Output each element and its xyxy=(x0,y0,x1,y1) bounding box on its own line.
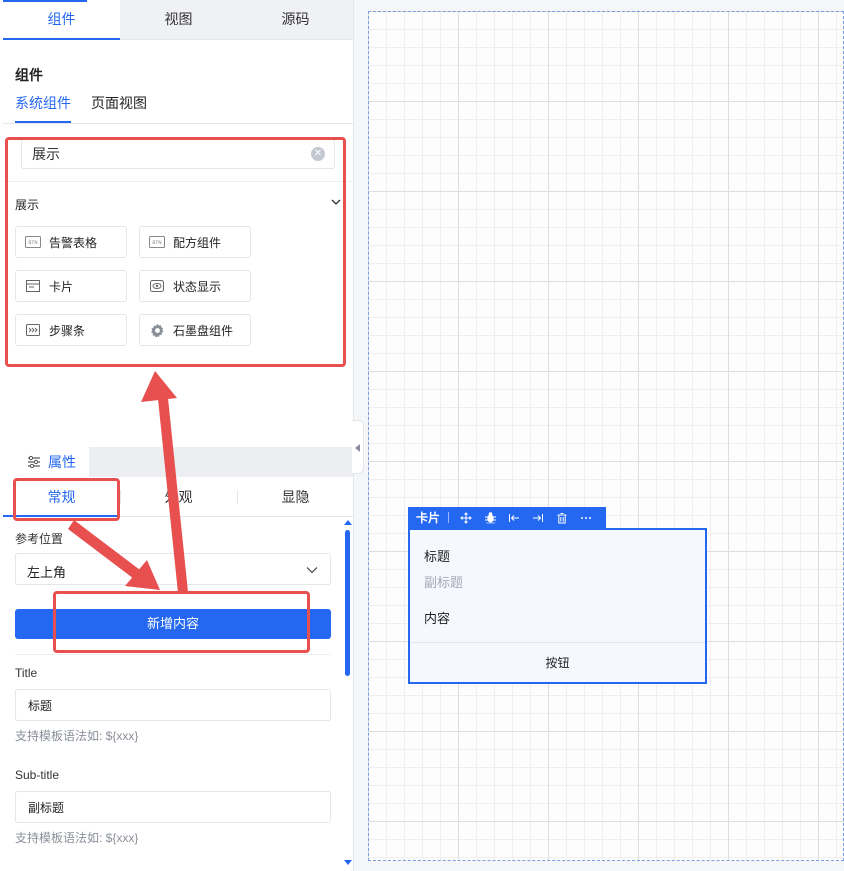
sliders-icon xyxy=(28,455,40,469)
properties-label: 属性 xyxy=(48,454,76,470)
chevron-down-icon xyxy=(306,567,318,574)
card-toolbar: 卡片 xyxy=(408,507,606,528)
highlight-box xyxy=(53,591,310,653)
scroll-down-arrow[interactable] xyxy=(344,860,352,865)
top-tabs: 组件 视图 源码 xyxy=(3,0,353,40)
component-item-graphite-disk[interactable]: 石墨盘组件 xyxy=(139,314,251,346)
more-icon[interactable] xyxy=(579,511,593,525)
btn-icon: BTN xyxy=(25,235,41,249)
tab-components[interactable]: 组件 xyxy=(3,0,120,40)
panel-collapse-handle[interactable] xyxy=(352,420,364,474)
title-input[interactable] xyxy=(15,689,331,721)
component-label: 状态显示 xyxy=(173,279,222,294)
component-item-card[interactable]: 卡片 xyxy=(15,270,127,302)
indent-right-icon[interactable] xyxy=(531,511,545,525)
component-label: 卡片 xyxy=(49,279,74,294)
svg-text:BTN: BTN xyxy=(28,240,37,246)
divider xyxy=(15,654,331,655)
component-label: 石墨盘组件 xyxy=(173,323,234,338)
component-item-status[interactable]: 状态显示 xyxy=(139,270,251,302)
component-item-alarm-table[interactable]: BTN 告警表格 xyxy=(15,226,127,258)
toolbar-component-name: 卡片 xyxy=(416,511,441,525)
card-subtitle: 副标题 xyxy=(424,575,464,590)
svg-text:BTN: BTN xyxy=(152,240,161,246)
clear-icon[interactable]: ✕ xyxy=(311,147,325,161)
position-select[interactable]: 左上角 xyxy=(15,553,331,585)
position-label: 参考位置 xyxy=(15,532,64,546)
card-icon xyxy=(25,279,41,293)
caret-left-icon xyxy=(355,444,360,452)
gear-icon xyxy=(149,323,165,338)
trash-icon[interactable] xyxy=(555,511,569,525)
group-title: 展示 xyxy=(15,198,40,212)
scrollbar-thumb[interactable] xyxy=(345,530,350,676)
tab-system-components[interactable]: 系统组件 xyxy=(15,93,71,123)
search-input[interactable] xyxy=(32,140,302,168)
tab-view[interactable]: 视图 xyxy=(120,0,237,39)
tab-source[interactable]: 源码 xyxy=(237,0,353,39)
indent-left-icon[interactable] xyxy=(507,511,521,525)
tab-visibility[interactable]: 显隐 xyxy=(237,477,353,516)
tab-page-views[interactable]: 页面视图 xyxy=(91,93,147,123)
component-item-steps[interactable]: 步骤条 xyxy=(15,314,127,346)
position-value: 左上角 xyxy=(27,565,67,580)
highlight-box xyxy=(13,478,120,521)
title-hint: 支持模板语法如: ${xxx} xyxy=(15,729,139,743)
component-label: 配方组件 xyxy=(173,235,222,250)
card-title: 标题 xyxy=(424,549,451,564)
divider xyxy=(3,123,353,124)
tab-separator xyxy=(237,490,238,504)
card-preview[interactable]: 标题 副标题 内容 按钮 xyxy=(408,528,707,684)
card-action-button[interactable]: 按钮 xyxy=(410,642,705,682)
btn-icon: BTN xyxy=(149,235,165,249)
tab-separator xyxy=(120,490,121,504)
components-title: 组件 xyxy=(15,67,43,83)
chevron-down-icon[interactable] xyxy=(330,196,342,208)
steps-icon xyxy=(25,323,41,337)
card-content: 内容 xyxy=(424,611,451,626)
title-label: Title xyxy=(15,666,38,680)
component-label: 告警表格 xyxy=(49,235,98,250)
left-panel: 组件 视图 源码 组件 系统组件 页面视图 ✕ 展示 BTN 告警表格 BTN … xyxy=(0,0,354,871)
move-icon[interactable] xyxy=(459,511,473,525)
properties-header: 属性 xyxy=(3,447,353,477)
properties-tab[interactable]: 属性 xyxy=(3,447,89,477)
bug-icon[interactable] xyxy=(483,511,497,525)
search-box: ✕ xyxy=(21,139,335,169)
scroll-up-arrow[interactable] xyxy=(344,520,352,525)
subtitle-label: Sub-title xyxy=(15,768,60,782)
subtitle-hint: 支持模板语法如: ${xxx} xyxy=(15,831,139,845)
subtitle-input[interactable] xyxy=(15,791,331,823)
toolbar-separator xyxy=(448,512,450,523)
divider xyxy=(3,181,353,182)
component-item-recipe[interactable]: BTN 配方组件 xyxy=(139,226,251,258)
component-label: 步骤条 xyxy=(49,323,86,338)
design-canvas[interactable] xyxy=(368,11,844,861)
eye-icon xyxy=(149,279,165,293)
tab-appearance[interactable]: 外观 xyxy=(120,477,237,516)
component-sub-tabs: 系统组件 页面视图 xyxy=(15,93,147,123)
